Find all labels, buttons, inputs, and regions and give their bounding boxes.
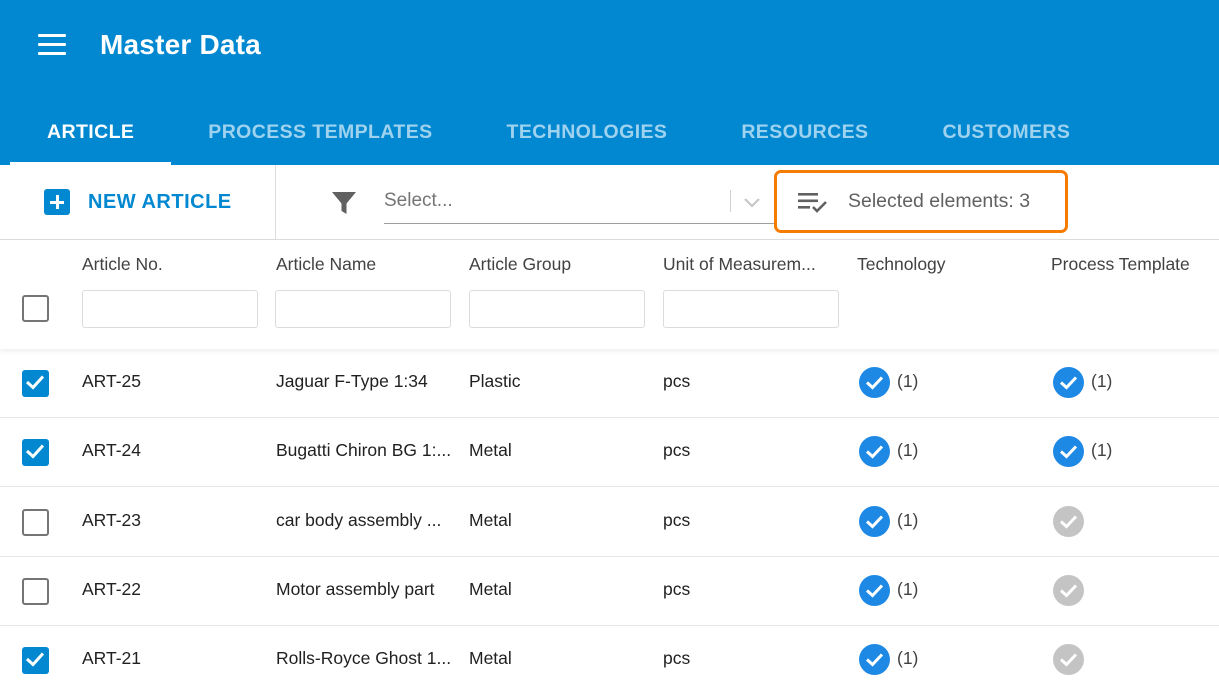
unit-cell: pcs [663,648,691,668]
tab-process-templates[interactable]: PROCESS TEMPLATES [171,100,469,165]
technology-count: (1) [897,579,919,599]
selected-elements-text: Selected elements: 3 [848,190,1031,212]
article-name-cell: car body assembly ... [276,510,442,530]
new-article-label: NEW ARTICLE [88,190,232,213]
table-row[interactable]: ART-23 car body assembly ... Metal pcs (1) [0,488,1219,557]
column-header-unit[interactable]: Unit of Measurem... [663,254,839,275]
playlist-check-icon [798,192,827,213]
article-name-filter-input[interactable] [275,290,451,328]
column-header-article-no[interactable]: Article No. [82,254,257,275]
column-header-process-template[interactable]: Process Template [1051,254,1211,275]
row-checkbox[interactable] [22,370,49,397]
table-row[interactable]: ART-24 Bugatti Chiron BG 1:... Metal pcs (1)… [0,418,1219,487]
select-separator [730,190,731,212]
article-name-cell: Motor assembly part [276,579,435,599]
tab-technologies[interactable]: TECHNOLOGIES [470,100,705,165]
table-row[interactable]: ART-25 Jaguar F-Type 1:34 Plastic pcs (1) (1) [0,349,1219,418]
chevron-down-icon[interactable] [741,191,763,213]
column-header-article-group[interactable]: Article Group [469,254,644,275]
hamburger-menu-icon[interactable] [30,27,74,63]
unit-filter-input[interactable] [663,290,839,328]
technology-check-icon[interactable] [859,644,890,675]
tab-resources[interactable]: RESOURCES [704,100,905,165]
select-all-checkbox[interactable] [22,295,49,322]
article-group-cell: Metal [469,510,512,530]
tab-article[interactable]: ARTICLE [10,100,172,165]
selected-elements-indicator[interactable]: Selected elements: 3 [774,170,1068,233]
article-group-cell: Metal [469,440,512,460]
tab-customers[interactable]: CUSTOMERS [905,100,1107,165]
plus-icon [44,189,70,215]
process-template-check-icon[interactable] [1053,506,1084,537]
article-no-cell: ART-25 [82,371,142,391]
row-checkbox[interactable] [22,578,49,605]
article-no-cell: ART-23 [82,510,142,530]
column-header-article-name[interactable]: Article Name [276,254,451,275]
process-template-count: (1) [1091,440,1113,460]
tab-bar: ARTICLE PROCESS TEMPLATES TECHNOLOGIES R… [10,100,1107,165]
article-no-cell: ART-21 [82,648,142,668]
technology-check-icon[interactable] [859,575,890,606]
article-group-filter-input[interactable] [469,290,645,328]
article-no-cell: ART-22 [82,579,142,599]
row-checkbox[interactable] [22,439,49,466]
table-row[interactable]: ART-21 Rolls-Royce Ghost 1... Metal pcs (1) [0,626,1219,693]
filter-select[interactable]: Select... [384,180,774,224]
process-template-check-icon[interactable] [1053,644,1084,675]
article-name-cell: Jaguar F-Type 1:34 [276,371,428,391]
table-row[interactable]: ART-22 Motor assembly part Metal pcs (1) [0,557,1219,626]
article-no-cell: ART-24 [82,440,142,460]
column-header-technology[interactable]: Technology [857,254,1032,275]
app-bar: Master Data ARTICLE PROCESS TEMPLATES TE… [0,0,1219,165]
article-no-filter-input[interactable] [82,290,258,328]
article-group-cell: Metal [469,579,512,599]
new-article-button[interactable]: NEW ARTICLE [28,179,248,225]
process-template-check-icon[interactable] [1053,575,1084,606]
technology-count: (1) [897,510,919,530]
unit-cell: pcs [663,510,691,530]
technology-check-icon[interactable] [859,436,890,467]
filter-select-placeholder: Select... [384,190,453,211]
process-template-count: (1) [1091,371,1113,391]
process-template-check-icon[interactable] [1053,436,1084,467]
technology-check-icon[interactable] [859,506,890,537]
article-name-cell: Rolls-Royce Ghost 1... [276,648,452,668]
filter-icon[interactable] [330,189,358,217]
table-header: Article No. Article Name Article Group U… [0,241,1219,349]
unit-cell: pcs [663,440,691,460]
unit-cell: pcs [663,579,691,599]
unit-cell: pcs [663,371,691,391]
technology-count: (1) [897,440,919,460]
row-checkbox[interactable] [22,647,49,674]
technology-count: (1) [897,371,919,391]
article-group-cell: Plastic [469,371,521,391]
article-name-cell: Bugatti Chiron BG 1:... [276,440,452,460]
toolbar-divider [275,165,276,240]
process-template-check-icon[interactable] [1053,367,1084,398]
technology-count: (1) [897,648,919,668]
technology-check-icon[interactable] [859,367,890,398]
row-checkbox[interactable] [22,509,49,536]
article-group-cell: Metal [469,648,512,668]
page-title: Master Data [100,29,261,60]
